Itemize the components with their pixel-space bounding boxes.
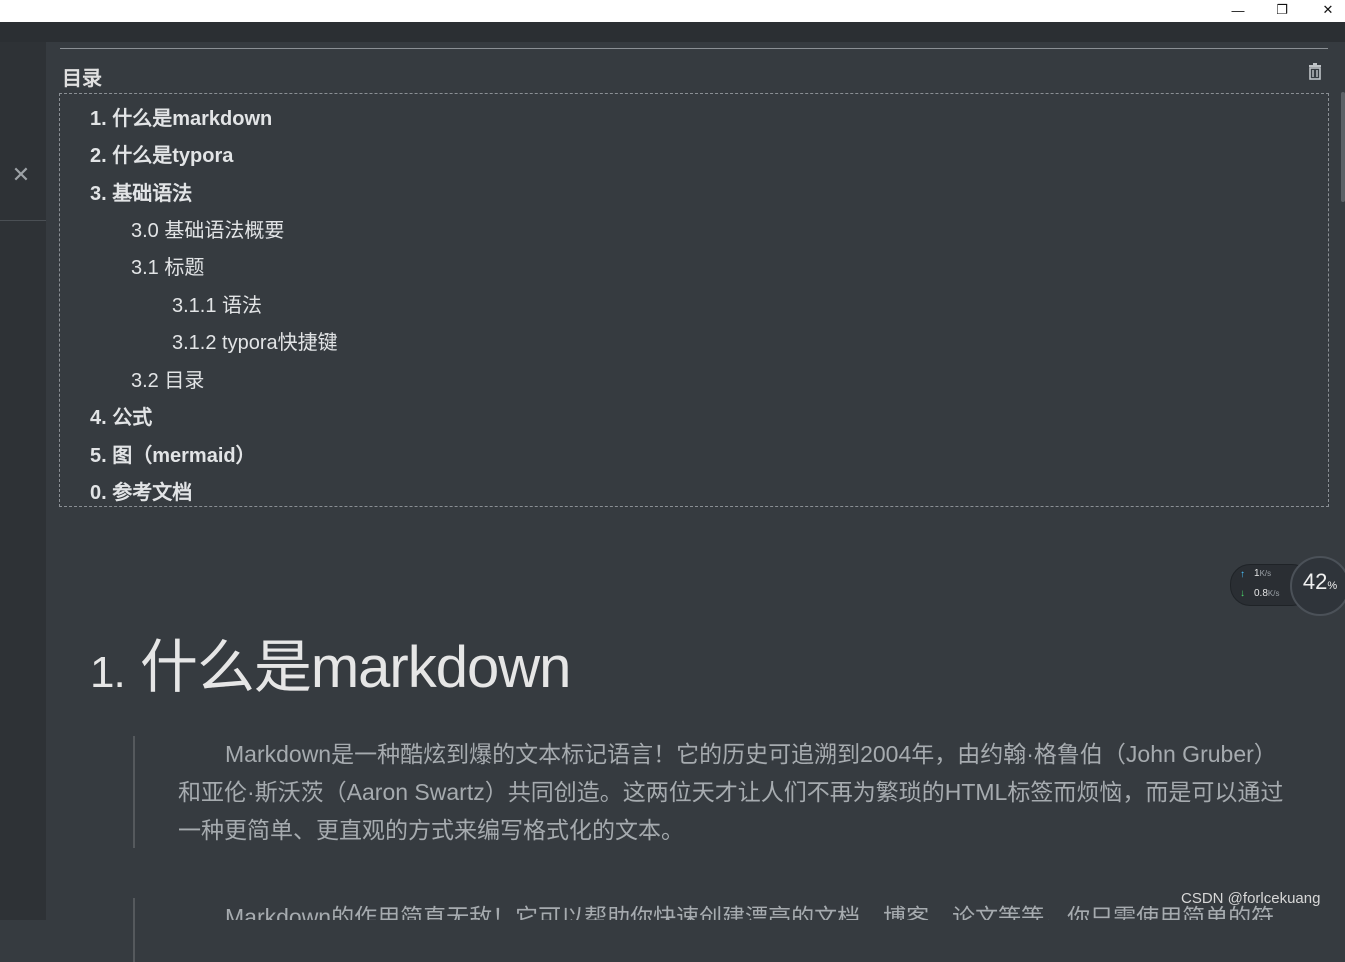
restore-icon: ❐ <box>1276 2 1288 17</box>
cpu-usage-value: 42 <box>1302 569 1328 594</box>
toc-item[interactable]: 3.2 目录 <box>131 364 204 393</box>
toc-item[interactable]: 3. 基础语法 <box>90 177 192 206</box>
toolbar-strip <box>0 22 1345 42</box>
trash-icon-graphic <box>1309 63 1321 80</box>
toc-item[interactable]: 0. 参考文档 <box>90 476 192 505</box>
toc-divider <box>60 48 1328 49</box>
trash-icon[interactable] <box>1304 60 1326 82</box>
close-window-button[interactable]: ✕ <box>1306 0 1345 20</box>
blockquote-paragraph: Markdown是一种酷炫到爆的文本标记语言！它的历史可追溯到2004年，由约翰… <box>178 741 1284 843</box>
toc-item[interactable]: 3.1.2 typora快捷键 <box>172 326 338 355</box>
upload-arrow-icon: ↑ <box>1240 569 1245 580</box>
download-speed: 0.8K/s <box>1254 588 1279 599</box>
download-speed-unit: K/s <box>1267 589 1280 598</box>
editor-content[interactable]: 目录 1. 什么是markdown 2. 什么是typora 3. 基础语法 3… <box>46 42 1345 962</box>
blockquote-paragraph: Markdown的作用简直无敌！它可以帮助你快速创建漂亮的文档、博客、论文等等。… <box>225 904 1275 920</box>
sidebar-close-button[interactable]: ✕ <box>8 162 34 188</box>
sidebar-divider <box>0 220 46 221</box>
maximize-button[interactable]: ❐ <box>1260 0 1304 20</box>
cpu-usage: 42% <box>1294 569 1345 595</box>
upload-speed: 1K/s <box>1254 568 1271 579</box>
toc-item[interactable]: 4. 公式 <box>90 401 152 430</box>
blockquote-bar <box>133 736 135 848</box>
toc-title: 目录 <box>62 68 102 90</box>
toc-item[interactable]: 3.1 标题 <box>131 251 204 280</box>
close-icon: ✕ <box>1322 2 1334 17</box>
download-arrow-icon: ↓ <box>1240 588 1245 599</box>
heading-text: 什么是markdown <box>139 635 572 700</box>
scrollbar-thumb[interactable] <box>1341 92 1345 202</box>
heading-number: 1. <box>90 648 126 697</box>
download-speed-value: 0.8 <box>1254 588 1268 599</box>
cpu-usage-unit: % <box>1327 580 1338 592</box>
watermark: CSDN @forlcekuang <box>1181 890 1321 907</box>
toc-box: 1. 什么是markdown 2. 什么是typora 3. 基础语法 3.0 … <box>59 93 1329 507</box>
close-icon: ✕ <box>11 162 31 187</box>
minimize-button[interactable]: — <box>1216 0 1260 20</box>
heading-1: 1. 什么是markdown <box>90 620 572 704</box>
network-monitor-widget[interactable]: ↑ 1K/s ↓ 0.8K/s 42% <box>1230 556 1345 616</box>
minimize-icon: — <box>1231 2 1245 18</box>
blockquote-bar <box>133 898 135 962</box>
upload-speed-unit: K/s <box>1259 569 1272 578</box>
toc-item[interactable]: 1. 什么是markdown <box>90 102 272 131</box>
window-titlebar: — ❐ ✕ <box>0 0 1345 22</box>
toc-item[interactable]: 3.0 基础语法概要 <box>131 214 284 243</box>
sidebar: ✕ <box>0 42 46 920</box>
toc-item[interactable]: 5. 图（mermaid） <box>90 439 256 468</box>
toc-item[interactable]: 2. 什么是typora <box>90 139 233 168</box>
toc-item[interactable]: 3.1.1 语法 <box>172 289 262 318</box>
